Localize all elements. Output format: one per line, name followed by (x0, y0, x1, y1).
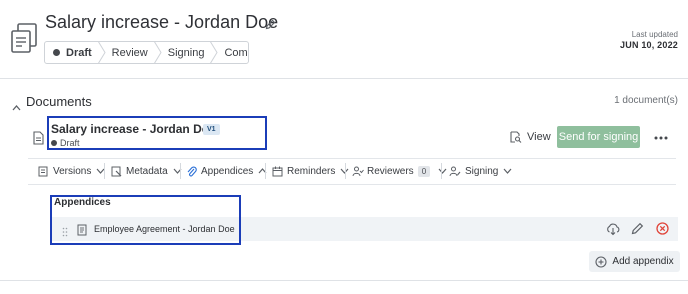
toolbar-divider (104, 163, 105, 179)
metadata-label: Metadata (126, 165, 168, 177)
document-title-highlight (47, 116, 267, 150)
current-status-dot-icon (53, 49, 60, 56)
step-complete: Complete (218, 42, 248, 63)
document-count: 1 document(s) (614, 95, 678, 106)
chevron-up-icon[interactable] (12, 98, 21, 111)
versions-label: Versions (53, 165, 92, 177)
signing-label: Signing (465, 165, 499, 177)
view-button[interactable]: View (510, 129, 551, 145)
add-appendix-button[interactable]: Add appendix (589, 251, 680, 272)
step-draft: Draft (45, 42, 98, 63)
chevron-separator-icon (210, 42, 219, 63)
reviewers-count-badge: 0 (417, 165, 431, 177)
reviewers-icon (352, 166, 364, 176)
step-signing: Signing (162, 42, 211, 63)
section-divider (0, 280, 688, 281)
document-stack-icon (10, 22, 40, 54)
reviewers-label: Reviewers (367, 165, 414, 177)
more-options-icon[interactable] (654, 131, 668, 143)
signing-icon (449, 166, 461, 176)
document-icon (33, 131, 44, 145)
reminders-label: Reminders (287, 165, 336, 177)
metadata-menu[interactable]: Metadata (111, 163, 182, 179)
delete-icon[interactable] (656, 222, 669, 235)
step-label: Draft (66, 46, 92, 59)
edit-title-icon[interactable] (265, 17, 276, 30)
reviewers-menu[interactable]: Reviewers 0 (352, 163, 447, 179)
appendices-menu[interactable]: Appendices (186, 163, 267, 179)
step-label: Complete (224, 46, 248, 59)
last-updated-date: JUN 10, 2022 (620, 40, 678, 50)
signing-menu[interactable]: Signing (449, 163, 512, 179)
documents-section-title[interactable]: Documents (26, 94, 92, 109)
add-appendix-label: Add appendix (612, 256, 674, 267)
step-label: Review (111, 46, 148, 59)
last-updated-label: Last updated (631, 30, 678, 39)
edit-icon[interactable] (631, 222, 644, 235)
status-stepper: Draft Review Signing Complete (44, 41, 249, 64)
chevron-separator-icon (153, 42, 162, 63)
download-icon[interactable] (606, 222, 620, 236)
versions-menu[interactable]: Versions (38, 163, 105, 179)
toolbar-divider (345, 163, 346, 179)
versions-icon (38, 166, 48, 176)
page-title: Salary increase - Jordan Doe (45, 12, 279, 32)
metadata-icon (111, 166, 122, 176)
reminders-menu[interactable]: Reminders (272, 163, 349, 179)
toolbar-divider (441, 163, 442, 179)
chevron-down-icon (438, 168, 447, 174)
step-label: Signing (167, 46, 205, 59)
appendices-highlight (50, 195, 241, 245)
toolbar-divider (180, 163, 181, 179)
send-for-signing-button[interactable]: Send for signing (557, 126, 640, 148)
chevron-down-icon (503, 168, 512, 174)
header-divider (0, 78, 688, 79)
plus-circle-icon (595, 255, 607, 268)
appendices-label: Appendices (201, 165, 254, 177)
calendar-icon (272, 166, 283, 176)
view-document-icon (510, 131, 522, 143)
paperclip-icon (187, 166, 197, 176)
toolbar-divider (265, 163, 266, 179)
chevron-separator-icon (97, 42, 106, 63)
step-review: Review (106, 42, 154, 63)
view-button-label: View (527, 131, 551, 143)
